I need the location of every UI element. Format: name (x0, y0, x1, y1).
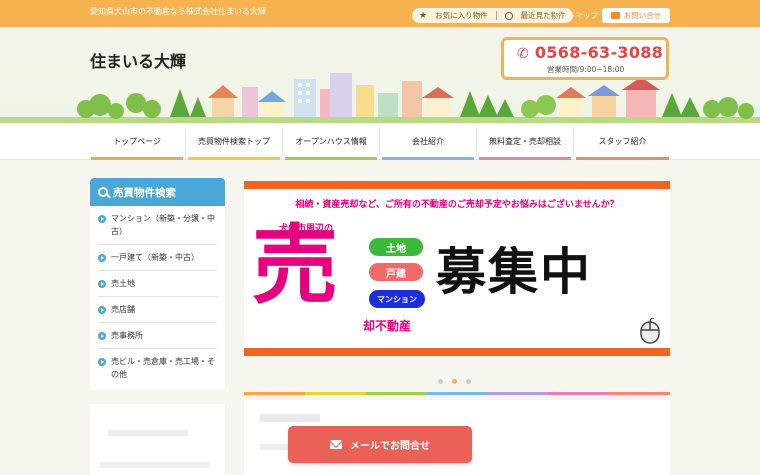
sidebar-list: マンション（新築・分譲・中古） 一戸建て（新築・中古） 売土地 売店舗 売事務所… (90, 206, 225, 387)
nav-color-bar (382, 157, 474, 160)
faded-text (108, 430, 188, 436)
arrow-circle-icon (98, 332, 106, 340)
badge-house: 戸建 (369, 263, 423, 281)
search-icon (98, 187, 108, 197)
arrow-circle-icon (98, 254, 106, 262)
contact-button[interactable]: お問い合せ (602, 8, 670, 23)
sidebar-property-search: 売買物件検索 マンション（新築・分譲・中古） 一戸建て（新築・中古） 売土地 売… (90, 178, 225, 390)
rainbow-segment (609, 392, 671, 395)
arrow-circle-icon (98, 306, 106, 314)
arrow-circle-icon (98, 215, 106, 223)
divider (573, 127, 574, 156)
sidebar-item-house[interactable]: 一戸建て（新築・中古） (98, 245, 217, 271)
divider (185, 127, 186, 156)
clock-icon (504, 11, 513, 20)
slider-pagination (438, 379, 471, 384)
badge-land: 土地 (369, 238, 423, 256)
phone-box[interactable]: ✆ 0568-63-3088 営業時間/9:00~18:00 (501, 37, 669, 80)
mail-contact-button[interactable]: メールでお問合せ (288, 426, 472, 463)
slider-dot[interactable] (466, 379, 471, 384)
divider (495, 11, 497, 20)
slider-dot[interactable] (438, 379, 443, 384)
nav-property-search[interactable]: 売買物件検索トップ (187, 123, 281, 160)
sidebar-secondary-box (90, 404, 225, 475)
banner-stripe-top (244, 181, 670, 189)
rainbow-segment (548, 392, 610, 395)
favorites-recent-bar: ★ お気に入り物件 最近見た物件 (412, 8, 573, 23)
mouse-icon (640, 318, 660, 344)
badge-mansion: マンション (369, 290, 425, 308)
nav-open-house[interactable]: オープンハウス情報 (284, 123, 378, 160)
business-hours: 営業時間/9:00~18:00 (547, 65, 625, 74)
sidebar-item-mansion[interactable]: マンション（新築・分譲・中古） (98, 206, 217, 245)
banner-stripe-bottom (244, 348, 670, 356)
sidebar-item-building-other[interactable]: 売ビル・売倉庫・売工場・その他 (98, 349, 217, 387)
site-header: 住まいる大輝 ✆ 0568-63-3088 営業時間/9:00~18:00 (0, 27, 760, 123)
rainbow-segment (304, 392, 366, 395)
sidebar-item-store[interactable]: 売店舗 (98, 297, 217, 323)
global-nav: トップページ 売買物件検索トップ オープンハウス情報 会社紹介 無料査定・売却相… (0, 123, 760, 160)
divider (282, 127, 283, 156)
nav-free-appraisal[interactable]: 無料査定・売却相談 (478, 123, 572, 160)
sidebar-title: 売買物件検索 (90, 178, 225, 206)
sidebar-item-office[interactable]: 売事務所 (98, 323, 217, 349)
top-bar: 愛知県犬山市の不動産なら株式会社住まいる大輝 ★ お気に入り物件 最近見た物件 … (0, 0, 760, 27)
rainbow-segment (487, 392, 549, 395)
banner-recruiting: 募集中 (436, 243, 592, 301)
phone-icon: ✆ (517, 46, 530, 62)
phone-number: ✆ 0568-63-3088 (517, 43, 664, 62)
mail-icon (610, 12, 620, 19)
rainbow-divider (244, 392, 671, 395)
star-icon: ★ (419, 10, 428, 21)
mail-icon (330, 440, 342, 449)
nav-staff[interactable]: スタッフ紹介 (575, 123, 670, 160)
nav-color-bar (285, 157, 377, 160)
nav-color-bar (479, 157, 571, 160)
nav-color-bar (91, 157, 183, 160)
nav-top-page[interactable]: トップページ (90, 123, 184, 160)
banner-subtitle: 却不動産 (363, 319, 412, 333)
banner-question: 相続・資産売却など、ご所有の不動産のご売却予定やお悩みはございませんか？ (295, 200, 619, 210)
divider (379, 127, 380, 156)
sitemap-link[interactable]: サイトマップ (553, 10, 598, 21)
rainbow-segment (244, 392, 305, 395)
nav-color-bar (188, 157, 280, 160)
favorites-link[interactable]: お気に入り物件 (435, 10, 488, 21)
nav-company[interactable]: 会社紹介 (381, 123, 475, 160)
faded-text (260, 414, 320, 422)
rainbow-segment (426, 392, 488, 395)
slider-dot-active[interactable] (452, 379, 457, 384)
banner-sell-char: 売 (252, 216, 338, 316)
rainbow-segment (365, 392, 427, 395)
hero-banner[interactable]: 相続・資産売却など、ご所有の不動産のご売却予定やお悩みはございませんか？ 犬山市… (244, 181, 670, 356)
contact-button-label: お問い合せ (623, 11, 662, 20)
nav-color-bar (576, 157, 669, 160)
arrow-circle-icon (98, 358, 106, 366)
mail-contact-label: メールでお問合せ (350, 441, 430, 452)
sidebar-item-land[interactable]: 売土地 (98, 271, 217, 297)
arrow-circle-icon (98, 280, 106, 288)
site-tagline: 愛知県犬山市の不動産なら株式会社住まいる大輝 (90, 7, 266, 16)
divider (476, 127, 477, 156)
faded-text (100, 462, 210, 468)
